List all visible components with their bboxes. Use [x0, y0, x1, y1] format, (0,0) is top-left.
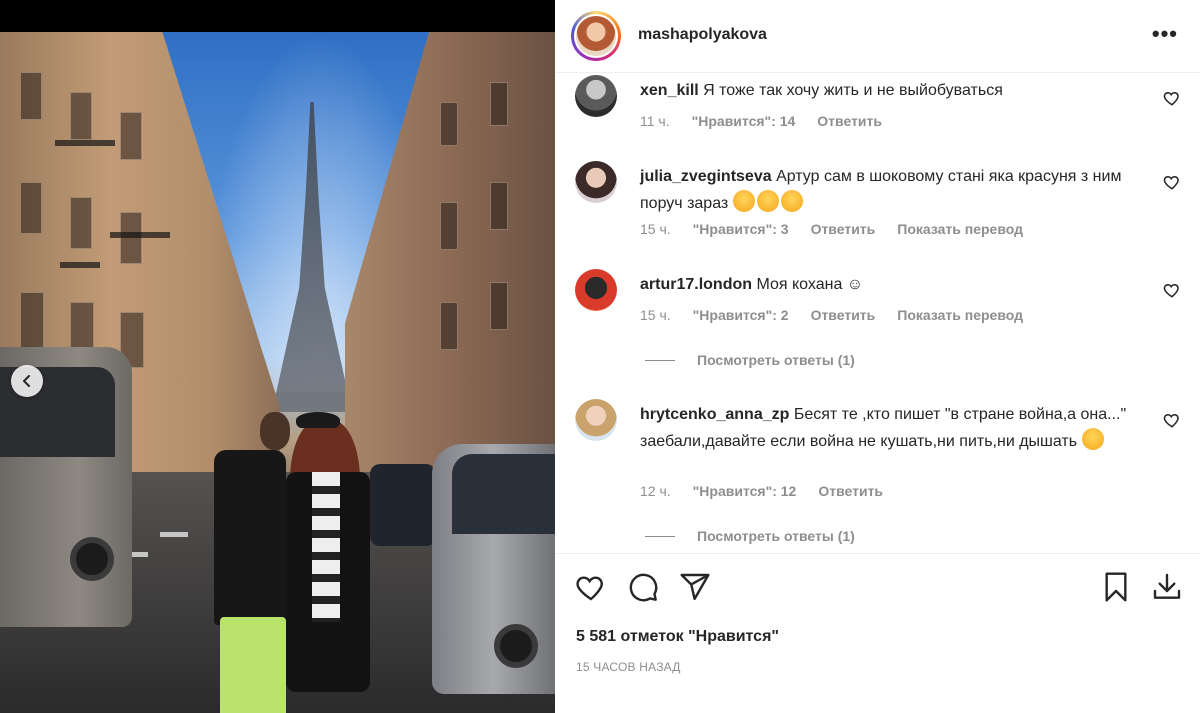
- post-photo[interactable]: [0, 0, 555, 713]
- comment-text-block: julia_zvegintseva Артур сам в шоковому с…: [640, 164, 1140, 217]
- comment-username[interactable]: hrytcenko_anna_zp: [640, 406, 789, 423]
- view-replies-button[interactable]: Посмотреть ответы (1): [645, 352, 855, 368]
- comment-heart-icon[interactable]: [1163, 411, 1181, 429]
- likes-count[interactable]: 5 581 отметок "Нравится": [576, 628, 779, 646]
- comment-text-block: artur17.london Моя кохана ☺: [640, 272, 1140, 298]
- lane-mark: [160, 532, 188, 537]
- comment-heart-icon[interactable]: [1163, 281, 1181, 299]
- person-right: [282, 412, 372, 713]
- window: [120, 212, 142, 264]
- comment-text-block: xen_kill Я тоже так хочу жить и не выйоб…: [640, 78, 1140, 104]
- window: [70, 197, 92, 249]
- comment-meta: 15 ч. "Нравится": 3 Ответить Показать пе…: [640, 221, 1023, 237]
- comment-likes[interactable]: "Нравится": 3: [693, 221, 789, 237]
- comment-likes[interactable]: "Нравится": 12: [693, 483, 797, 499]
- window: [440, 102, 458, 146]
- person-scarf: [312, 472, 340, 622]
- person-hat: [296, 412, 340, 428]
- window: [440, 202, 458, 250]
- view-replies-label: Посмотреть ответы (1): [697, 352, 855, 368]
- window: [20, 72, 42, 120]
- comment-meta: 11 ч. "Нравится": 14 Ответить: [640, 113, 882, 129]
- show-translation-button[interactable]: Показать перевод: [897, 307, 1023, 323]
- comment-avatar[interactable]: [575, 161, 617, 203]
- window: [490, 82, 508, 126]
- view-replies-label: Посмотреть ответы (1): [697, 528, 855, 544]
- view-replies-button[interactable]: Посмотреть ответы (1): [645, 528, 855, 544]
- comment-time[interactable]: 12 ч.: [640, 483, 671, 499]
- comment-time[interactable]: 11 ч.: [640, 113, 670, 129]
- show-translation-button[interactable]: Показать перевод: [897, 221, 1023, 237]
- comment-meta: 15 ч. "Нравится": 2 Ответить Показать пе…: [640, 307, 1023, 323]
- comment-username[interactable]: xen_kill: [640, 82, 699, 99]
- heart-eyes-emoji: [732, 190, 755, 212]
- heart-eyes-emoji: [780, 190, 803, 212]
- comment-likes[interactable]: "Нравится": 2: [693, 307, 789, 323]
- comment-username[interactable]: julia_zvegintseva: [640, 168, 772, 185]
- car-window: [452, 454, 555, 534]
- window: [20, 292, 44, 348]
- comment-avatar[interactable]: [575, 269, 617, 311]
- divider: [645, 359, 675, 361]
- heart-eyes-emoji: [756, 190, 779, 212]
- divider: [645, 535, 675, 537]
- comment-text: Я тоже так хочу жить и не выйобуваться: [703, 82, 1003, 99]
- comment-time[interactable]: 15 ч.: [640, 221, 671, 237]
- comment-meta: 12 ч. "Нравится": 12 Ответить: [640, 483, 883, 499]
- comment-avatar[interactable]: [575, 399, 617, 441]
- window: [490, 282, 508, 330]
- van-wheel: [70, 537, 114, 581]
- balcony: [110, 232, 170, 238]
- reply-button[interactable]: Ответить: [818, 483, 883, 499]
- comment-text: Моя кохана ☺: [756, 276, 864, 293]
- reply-button[interactable]: Ответить: [811, 221, 876, 237]
- post-side-panel: mashapolyakova ••• xen_kill Я тоже так х…: [555, 0, 1200, 713]
- post-actions: 5 581 отметок "Нравится" 15 ЧАСОВ НАЗАД: [555, 553, 1200, 713]
- carousel-prev-button[interactable]: [11, 365, 43, 397]
- comment-icon[interactable]: [627, 571, 659, 603]
- car-wheel: [494, 624, 538, 668]
- surprised-emoji: [1081, 428, 1104, 450]
- car-right: [432, 444, 555, 694]
- window: [440, 302, 458, 350]
- author-avatar[interactable]: [571, 11, 621, 61]
- person-coat: [214, 450, 286, 625]
- comment-avatar[interactable]: [575, 75, 617, 117]
- comment-likes[interactable]: "Нравится": 14: [692, 113, 796, 129]
- download-icon[interactable]: [1151, 571, 1183, 603]
- comment-time[interactable]: 15 ч.: [640, 307, 671, 323]
- share-icon[interactable]: [679, 571, 711, 603]
- window: [120, 112, 142, 160]
- comment-heart-icon[interactable]: [1163, 89, 1181, 107]
- balcony: [60, 262, 100, 268]
- comment-heart-icon[interactable]: [1163, 173, 1181, 191]
- person-left: [214, 412, 292, 713]
- post-header: mashapolyakova •••: [555, 0, 1200, 73]
- post-image: [0, 32, 555, 713]
- author-username[interactable]: mashapolyakova: [638, 26, 767, 44]
- comments-list: xen_kill Я тоже так хочу жить и не выйоб…: [555, 73, 1200, 553]
- balcony: [55, 140, 115, 146]
- more-options-icon[interactable]: •••: [1152, 23, 1178, 45]
- window: [20, 182, 42, 234]
- heart-icon[interactable]: [575, 571, 607, 603]
- reply-button[interactable]: Ответить: [817, 113, 882, 129]
- avatar: [576, 16, 616, 56]
- comment-username[interactable]: artur17.london: [640, 276, 752, 293]
- window: [490, 182, 508, 230]
- reply-button[interactable]: Ответить: [811, 307, 876, 323]
- chevron-left-icon: [23, 375, 30, 387]
- window: [70, 92, 92, 140]
- person-pants: [220, 617, 286, 713]
- car-middle: [370, 464, 436, 546]
- comment-text-block: hrytcenko_anna_zp Бесят те ,кто пишет "в…: [640, 402, 1140, 455]
- post-timestamp[interactable]: 15 ЧАСОВ НАЗАД: [576, 660, 681, 674]
- bookmark-icon[interactable]: [1100, 571, 1132, 603]
